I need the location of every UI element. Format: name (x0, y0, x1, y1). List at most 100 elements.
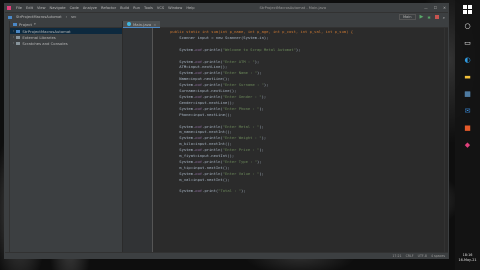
line-gutter[interactable] (123, 28, 153, 252)
menu-item-help[interactable]: Help (186, 6, 194, 10)
store-icon[interactable]: ▦ (463, 89, 473, 99)
code-token: ); (295, 46, 301, 52)
code-token: m_fiyat=input.nextInt(); (161, 153, 235, 159)
minimize-button[interactable]: — (424, 6, 428, 10)
chevron-down-icon[interactable]: ▾ (34, 22, 36, 26)
run-config-label: Main (402, 15, 412, 19)
code-token: "Enter Price : " (222, 147, 260, 153)
code-token: System. (161, 135, 196, 141)
maximize-button[interactable]: ☐ (434, 6, 437, 10)
search-icon[interactable]: ○ (463, 21, 473, 31)
code-area[interactable]: public static int sum(int p_name, int p_… (161, 29, 448, 194)
status-item[interactable]: UTF-8 (418, 254, 427, 258)
close-button[interactable]: ✕ (443, 6, 446, 10)
code-token: .println( (202, 58, 223, 64)
tab-main-java[interactable]: Main.java × (123, 21, 161, 28)
task-view-icon[interactable]: ▭ (463, 38, 473, 48)
project-folder-icon (8, 15, 12, 19)
code-token: .println( (202, 123, 223, 129)
close-tab-icon[interactable]: × (153, 22, 156, 27)
code-token: System. (161, 158, 196, 164)
code-token: Surname=input.nextLine(); (161, 88, 237, 94)
windows-icon[interactable] (463, 4, 473, 14)
menu-bar: File Edit View Navigate Code Analyze Refactor B… (16, 6, 195, 10)
code-token: System. (161, 93, 196, 99)
vertical-scrollbar[interactable] (444, 28, 448, 252)
file-explorer-icon[interactable]: ▬ (463, 72, 473, 82)
code-token: .println( (202, 70, 223, 76)
menu-item-view[interactable]: View (37, 6, 46, 10)
status-item[interactable]: 4 spaces (431, 254, 445, 258)
code-token: Gender=input.nextLine(); (161, 99, 235, 105)
breadcrumb-project[interactable]: StrProjectMacrosAutomat (16, 15, 62, 19)
code-token: Name=input.nextLine(); (161, 76, 230, 82)
menu-item-navigate[interactable]: Navigate (50, 6, 66, 10)
code-token: ); (259, 170, 264, 176)
tree-item[interactable]: › Scratches and Consoles (10, 40, 122, 46)
stop-icon[interactable] (434, 15, 439, 19)
menu-item-code[interactable]: Code (70, 6, 79, 10)
menu-item-build[interactable]: Build (120, 6, 129, 10)
mail-icon[interactable]: ✉ (463, 106, 473, 116)
intellij-icon[interactable]: ◆ (463, 140, 473, 150)
code-token: .println( (202, 170, 223, 176)
code-token: System. (161, 170, 196, 176)
code-token: .println( (202, 82, 223, 88)
clock[interactable]: 18:16 16-May-21 (458, 253, 476, 270)
code-token: "Enter ATM : " (222, 58, 255, 64)
menu-item-refactor[interactable]: Refactor (101, 6, 116, 10)
status-item[interactable]: 17:21 (392, 254, 401, 258)
editor-tabs: Main.java × (123, 21, 448, 28)
code-token: .print( (202, 188, 219, 194)
run-icon[interactable]: ▶ (420, 14, 424, 20)
code-token: "Enter Metal : " (222, 123, 260, 129)
code-editor[interactable]: Main.java × public static int sum(int p_… (123, 21, 448, 252)
search-icon[interactable]: ⌕ (443, 15, 445, 20)
code-token: "Total : " (218, 188, 242, 194)
code-token: "Enter Name : " (222, 70, 258, 76)
office-icon[interactable]: ■ (463, 123, 473, 133)
code-token: "Welcome to Scrap Metal Automat" (222, 46, 296, 52)
status-item[interactable]: CRLF (406, 254, 414, 258)
project-tree: › StrProjectMacrosAutomat › External Librar… (10, 28, 122, 46)
clock-date: 16-May-21 (458, 257, 477, 262)
code-token: ); (261, 135, 267, 141)
folder-icon (16, 29, 21, 33)
menu-item-run[interactable]: Run (133, 6, 140, 10)
tree-item-label: StrProjectMacrosAutomat (22, 28, 71, 34)
code-token: Scanner input = new Scanner(System.in); (161, 34, 269, 40)
menu-item-file[interactable]: File (16, 6, 22, 10)
status-bar: 17:21 CRLF UTF-8 4 spaces (5, 252, 448, 258)
debug-icon[interactable]: ✱ (427, 15, 430, 20)
code-token: System. (161, 58, 196, 64)
menu-item-edit[interactable]: Edit (26, 6, 33, 10)
breadcrumb-separator: › (65, 15, 68, 19)
run-config-select[interactable]: Main (398, 14, 416, 20)
menu-item-window[interactable]: Window (168, 6, 182, 10)
code-token: public static int sum(int p_name, int p_… (161, 29, 354, 34)
code-token: "Enter Type : " (222, 158, 258, 164)
chevron-right-icon[interactable]: › (13, 41, 14, 45)
code-token: ); (261, 93, 267, 99)
code-token: ); (259, 123, 264, 129)
app-icon (7, 6, 11, 10)
code-token: ); (257, 158, 262, 164)
chevron-right-icon[interactable]: › (13, 29, 14, 33)
code-token: System. (161, 46, 196, 52)
edge-icon[interactable]: ◐ (463, 55, 473, 65)
code-token: System. (161, 82, 196, 88)
code-token: "Enter Gender : " (222, 93, 262, 99)
code-token: m_kilo=input.nextInt(); (161, 141, 232, 147)
code-token: "Enter Surname : " (222, 82, 264, 88)
menu-item-analyze[interactable]: Analyze (83, 6, 97, 10)
tab-label: Main.java (133, 21, 152, 27)
chevron-right-icon[interactable]: › (13, 35, 14, 39)
menu-item-vcs[interactable]: VCS (157, 6, 164, 10)
code-token: .println( (202, 93, 223, 99)
code-token: System. (161, 188, 196, 194)
breadcrumb-src[interactable]: src (71, 15, 76, 19)
menu-item-tools[interactable]: Tools (144, 6, 153, 10)
code-token: ); (263, 82, 269, 88)
folder-icon (16, 41, 21, 45)
project-panel-header[interactable]: Project ▾ (10, 21, 122, 28)
